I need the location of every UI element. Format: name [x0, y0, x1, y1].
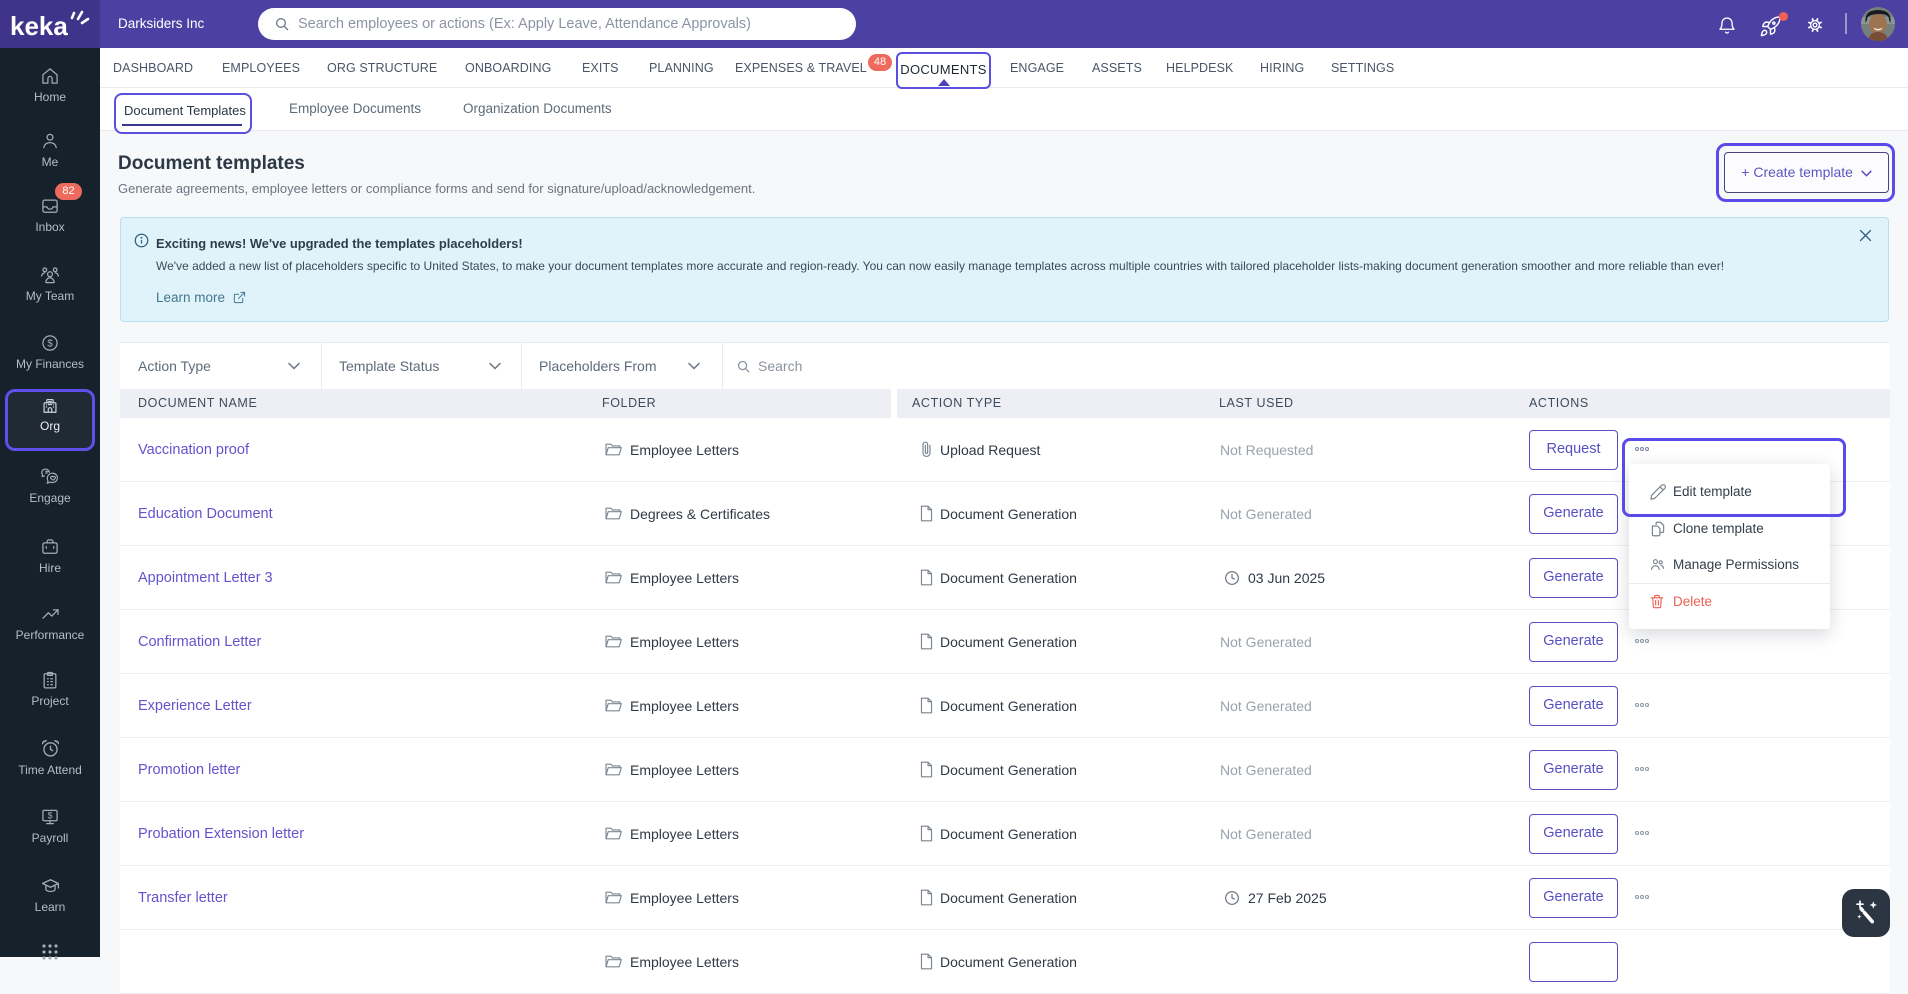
svg-text:keka: keka: [10, 11, 68, 41]
svg-text:$: $: [47, 339, 53, 350]
svg-text:$: $: [48, 811, 53, 821]
